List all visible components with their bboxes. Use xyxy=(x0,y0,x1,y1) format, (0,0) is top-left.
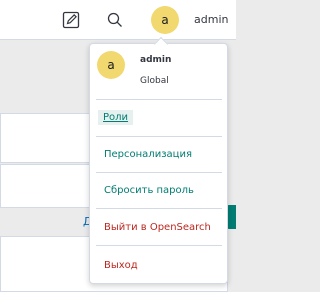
menu-username: admin xyxy=(140,55,172,65)
user-avatar[interactable]: a xyxy=(151,6,179,34)
menu-item-logout[interactable]: Выход xyxy=(104,260,138,271)
menu-divider xyxy=(96,245,222,246)
search-button[interactable] xyxy=(105,10,125,30)
header-username[interactable]: admin xyxy=(194,13,228,26)
user-menu-popover: a admin Global Роли Персонализация Сброс… xyxy=(89,36,228,284)
menu-divider xyxy=(96,99,222,100)
menu-avatar: a xyxy=(97,51,125,79)
new-document-icon xyxy=(62,11,80,29)
menu-item-personalization[interactable]: Персонализация xyxy=(104,149,192,160)
menu-tenant: Global xyxy=(140,76,169,86)
menu-divider xyxy=(96,208,222,209)
menu-item-roles[interactable]: Роли xyxy=(98,110,134,125)
new-document-button[interactable] xyxy=(61,10,81,30)
menu-item-opensearch-logout[interactable]: Выйти в OpenSearch xyxy=(104,222,211,233)
menu-divider xyxy=(96,172,222,173)
menu-item-reset-password[interactable]: Сбросить пароль xyxy=(104,185,194,196)
top-header: a admin xyxy=(0,0,236,40)
menu-divider xyxy=(96,136,222,137)
search-icon xyxy=(107,12,122,27)
